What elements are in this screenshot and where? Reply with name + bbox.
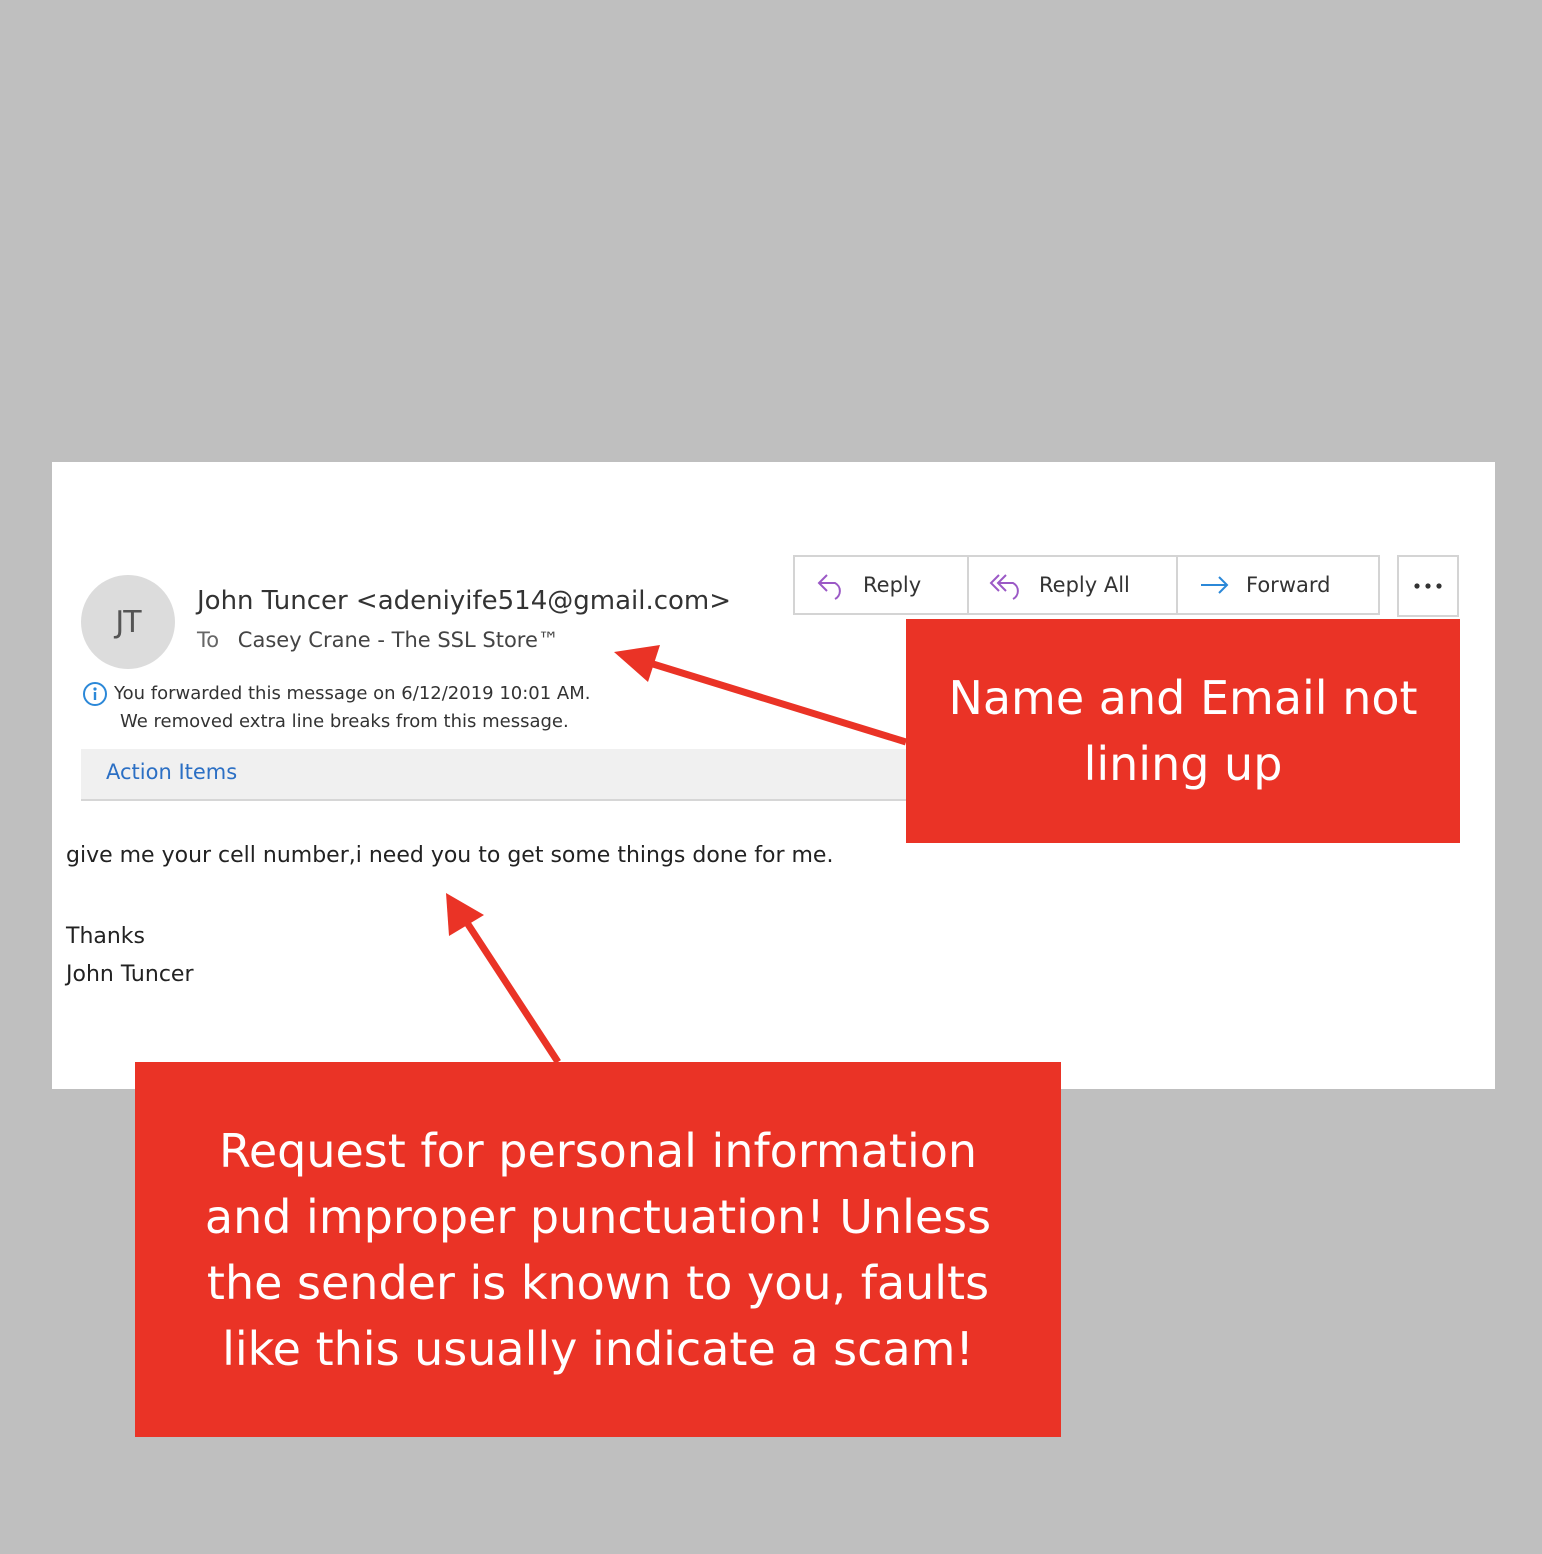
reply-icon (817, 574, 841, 600)
reply-all-label: Reply All (1039, 573, 1130, 597)
signature-block: Thanks John Tuncer (66, 918, 194, 994)
forwarded-notice: You forwarded this message on 6/12/2019 … (114, 683, 591, 704)
callout-personal-info: Request for personal information and imp… (135, 1062, 1061, 1437)
more-dots-icon (1414, 583, 1442, 589)
reply-all-icon (989, 574, 1019, 600)
reply-all-button[interactable]: Reply All (969, 555, 1178, 615)
to-label: To (197, 628, 220, 652)
forward-label: Forward (1246, 573, 1331, 597)
action-items-link[interactable]: Action Items (106, 760, 237, 784)
reply-label: Reply (863, 573, 922, 597)
sender-line[interactable]: John Tuncer <adeniyife514@gmail.com> (197, 586, 731, 616)
more-actions-button[interactable] (1397, 555, 1459, 617)
avatar: JT (81, 575, 175, 669)
info-icon (82, 681, 108, 707)
callout-personal-info-text: Request for personal information and imp… (204, 1123, 992, 1376)
info-notice: You forwarded this message on 6/12/2019 … (82, 680, 590, 736)
reply-button[interactable]: Reply (793, 555, 969, 615)
message-toolbar: Reply Reply All Forward (793, 555, 1380, 615)
forward-button[interactable]: Forward (1178, 555, 1380, 615)
to-line: To Casey Crane - The SSL Store™ (197, 628, 559, 652)
signoff: Thanks (66, 924, 146, 949)
message-body: give me your cell number,i need you to g… (66, 843, 834, 868)
avatar-initials: JT (115, 604, 141, 640)
line-breaks-notice: We removed extra line breaks from this m… (120, 711, 569, 732)
recipient-name[interactable]: Casey Crane - The SSL Store™ (238, 628, 559, 652)
callout-name-email-text: Name and Email not lining up (948, 671, 1418, 791)
callout-name-email: Name and Email not lining up (906, 619, 1460, 843)
signature-name: John Tuncer (66, 962, 194, 987)
forward-arrow-icon (1201, 576, 1229, 594)
